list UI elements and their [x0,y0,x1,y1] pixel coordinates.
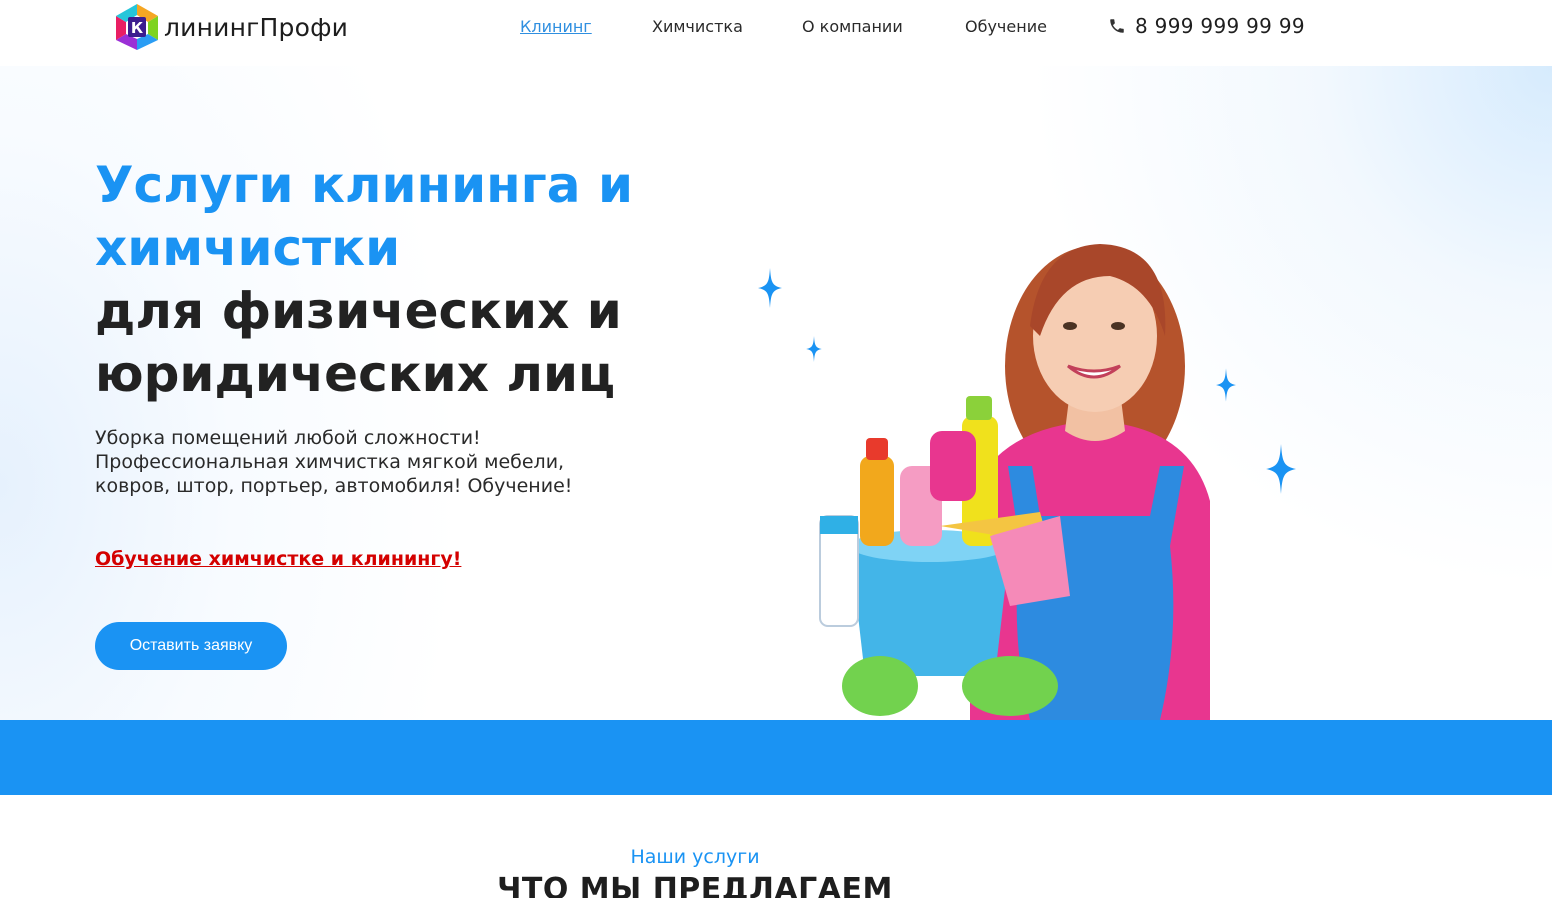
logo-text: линингПрофи [164,12,349,42]
svg-text:К: К [131,19,144,37]
logo-mark-icon: К [116,4,158,50]
phone-icon [1110,19,1124,33]
nav-link-dry-cleaning[interactable]: Химчистка [652,17,743,36]
hero-subtitle-line: Профессиональная химчистка мягкой мебели… [95,451,565,473]
hero-title-line-1: Услуги клининга и [95,156,633,214]
services-title: ЧТО МЫ ПРЕДЛАГАЕМ [497,872,893,898]
logo[interactable]: К линингПрофи [112,2,348,52]
cleaner-illustration [819,244,1210,720]
hero-title-accent: Услуги клининга и химчистки [95,154,735,280]
hero-title-line-3: для физических и [95,282,622,340]
services-kicker: Наши услуги [630,846,760,868]
phone-link[interactable]: 8 999 999 99 99 [1108,14,1305,38]
phone-number: 8 999 999 99 99 [1135,14,1305,38]
submit-request-button[interactable]: Оставить заявку [95,622,287,670]
hero-subtitle-line: ковров, штор, портьер, автомобиля! Обуче… [95,475,573,497]
site-header: К линингПрофи Клининг Химчистка О компан… [0,0,1552,66]
nav-link-about[interactable]: О компании [802,17,903,36]
hero-subtitle-line: Уборка помещений любой сложности! [95,427,481,449]
nav-link-cleaning[interactable]: Клининг [520,17,592,36]
hero-subtitle: Уборка помещений любой сложности! Профес… [95,426,615,498]
hero-title-main: для физических и юридических лиц [95,280,735,406]
nav-link-training[interactable]: Обучение [965,17,1047,36]
hero-section: Услуги клининга и химчистки для физическ… [0,66,1552,720]
hero-title-line-2: химчистки [95,219,401,277]
training-promo-link[interactable]: Обучение химчистке и клинингу! [95,548,461,570]
blue-divider-band [0,720,1552,795]
hero-title-line-4: юридических лиц [95,345,616,403]
